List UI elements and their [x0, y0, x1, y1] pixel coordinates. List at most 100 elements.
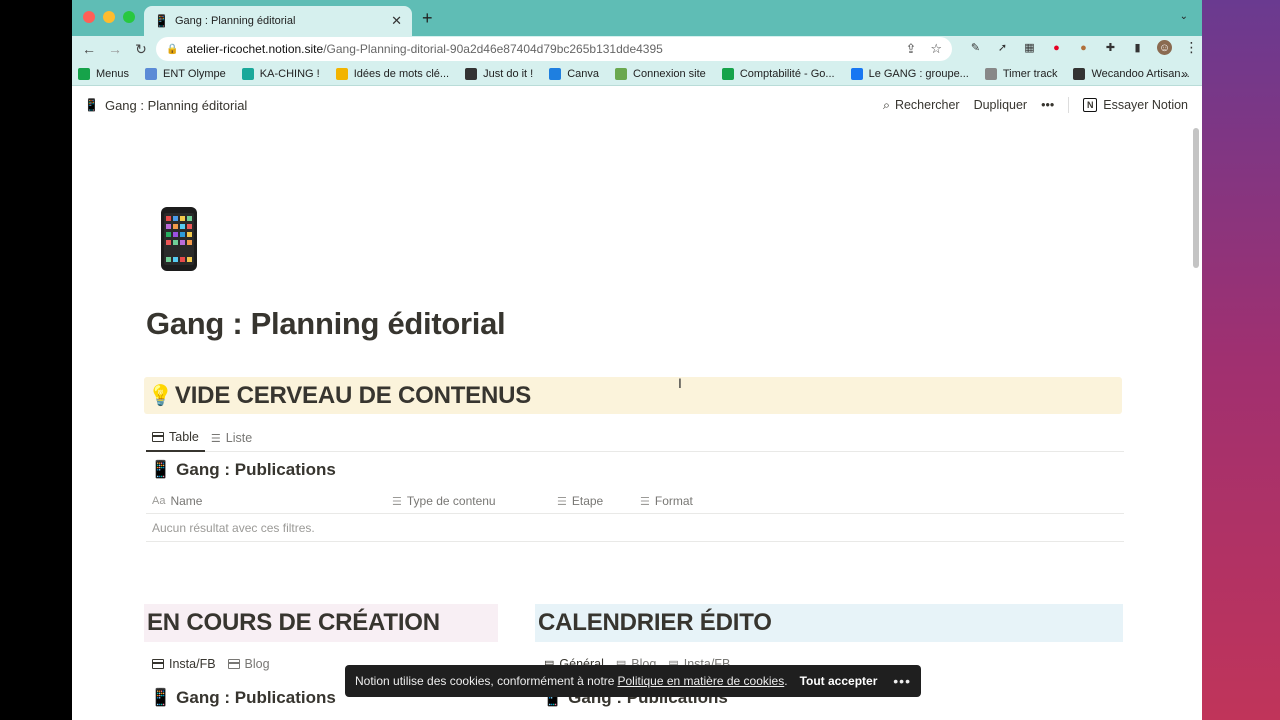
database-views: Table ☰ Liste	[146, 424, 1124, 452]
column-format[interactable]: ☰ Format	[640, 494, 693, 508]
lock-icon: 🔒	[166, 43, 179, 55]
cookie-text-end: .	[784, 674, 788, 688]
mobile-phone-icon	[161, 207, 197, 271]
tab-label: Blog	[244, 657, 270, 671]
scrollbar[interactable]	[1193, 128, 1199, 268]
callout-calendar[interactable]: CALENDRIER ÉDITO	[535, 604, 1123, 642]
breadcrumb[interactable]: Gang : Planning éditorial	[105, 98, 247, 113]
bookmark-label: Comptabilité - Go...	[739, 67, 835, 80]
bookmark-label: KA-CHING !	[259, 67, 320, 80]
back-button[interactable]: ←	[76, 41, 102, 57]
bookmark-item[interactable]: Timer track	[984, 67, 1057, 80]
bookmark-label: Menus	[96, 67, 130, 80]
table-icon	[152, 659, 164, 669]
shield-icon	[145, 67, 158, 80]
address-bar[interactable]: 🔒 atelier-ricochet.notion.site/Gang-Plan…	[156, 37, 952, 61]
browser-tab[interactable]: 📱 Gang : Planning éditorial ✕	[144, 6, 412, 36]
column-label: Format	[654, 494, 693, 508]
mobile-phone-icon: 📱	[150, 688, 172, 707]
bookmark-label: Wecandoo Artisan...	[1091, 67, 1190, 80]
duplicate-button[interactable]: Dupliquer	[974, 98, 1028, 112]
database-title[interactable]: 📱 Gang : Publications	[150, 460, 336, 480]
tab-table[interactable]: Table	[146, 424, 205, 452]
zoom-window-button[interactable]	[123, 11, 135, 23]
table-header: Aa Name ☰ Type de contenu ☰ Etape ☰ Format	[146, 488, 1124, 514]
search-button[interactable]: ⌕ Rechercher	[883, 98, 960, 113]
database-title[interactable]: 📱 Gang : Publications	[150, 688, 336, 708]
bookmarks-bar: Menus ENT Olympe KA-CHING ! Idées de mots c…	[72, 62, 1202, 86]
canva-icon	[549, 67, 562, 80]
column-type[interactable]: ☰ Type de contenu	[392, 494, 496, 508]
tab-blog[interactable]: Blog	[222, 652, 276, 676]
minimize-window-button[interactable]	[103, 11, 115, 23]
try-notion-button[interactable]: N Essayer Notion	[1083, 98, 1188, 112]
send-extension-icon[interactable]: ➚	[995, 40, 1010, 55]
bookmark-item[interactable]: Comptabilité - Go...	[721, 67, 835, 80]
new-tab-button[interactable]: +	[422, 8, 433, 29]
database-views: Insta/FB Blog	[146, 652, 276, 676]
share-icon[interactable]: ⇪	[905, 41, 916, 57]
image-extension-icon[interactable]: ▦	[1022, 40, 1037, 55]
multi-select-icon: ☰	[392, 495, 402, 508]
mobile-phone-icon: 📱	[84, 98, 99, 112]
tab-label: Insta/FB	[169, 657, 216, 671]
forward-button[interactable]: →	[102, 41, 128, 57]
bookmark-item[interactable]: ENT Olympe	[145, 67, 226, 80]
pinterest-icon[interactable]: ●	[1049, 40, 1064, 55]
cookie-more-button[interactable]: •••	[893, 673, 911, 689]
bookmark-label: Just do it !	[483, 67, 534, 80]
table-icon	[152, 432, 164, 442]
bookmark-item[interactable]: KA-CHING !	[241, 67, 320, 80]
more-options-button[interactable]: •••	[1041, 98, 1054, 112]
pen-extension-icon[interactable]: ✎	[968, 40, 983, 55]
search-icon: ⌕	[882, 97, 890, 112]
avatar[interactable]: ☺	[1157, 40, 1172, 55]
accept-cookies-button[interactable]: Tout accepter	[800, 674, 878, 688]
cookie-extension-icon[interactable]: ●	[1076, 40, 1091, 55]
timer-icon	[984, 67, 997, 80]
bookmark-item[interactable]: Wecandoo Artisan...	[1073, 67, 1190, 80]
bookmark-item[interactable]: Le GANG : groupe...	[850, 67, 969, 80]
callout-in-progress[interactable]: EN COURS DE CRÉATION	[144, 604, 498, 642]
section-heading: EN COURS DE CRÉATION	[147, 609, 440, 636]
window-controls	[83, 11, 135, 23]
teal-square-icon	[241, 67, 254, 80]
sidebar-icon[interactable]: ▮	[1130, 40, 1145, 55]
callout-brain-dump[interactable]: 💡 VIDE CERVEAU DE CONTENUS	[144, 377, 1122, 414]
tab-insta-fb[interactable]: Insta/FB	[146, 652, 222, 676]
bookmark-label: Connexion site	[633, 67, 706, 80]
bookmark-label: Idées de mots clé...	[353, 67, 450, 80]
page-title[interactable]: Gang : Planning éditorial	[146, 306, 506, 342]
bookmarks-more-button[interactable]: »	[1181, 67, 1188, 81]
column-stage[interactable]: ☰ Etape	[557, 494, 603, 508]
puzzle-icon[interactable]: ✚	[1103, 40, 1118, 55]
bookmark-item[interactable]: Menus	[78, 67, 130, 80]
section-heading: VIDE CERVEAU DE CONTENUS	[174, 381, 532, 409]
cookie-policy-link[interactable]: Politique en matière de cookies	[617, 674, 784, 688]
database-title-label: Gang : Publications	[176, 460, 336, 479]
star-icon[interactable]: ☆	[930, 41, 942, 57]
desktop-left	[0, 0, 72, 720]
close-window-button[interactable]	[83, 11, 95, 23]
tab-label: Liste	[225, 431, 253, 445]
url-host: atelier-ricochet.notion.site	[186, 42, 324, 56]
bookmark-item[interactable]: Idées de mots clé...	[335, 67, 450, 80]
kebab-menu-icon[interactable]: ⋮	[1184, 39, 1199, 55]
bookmark-item[interactable]: Connexion site	[615, 67, 706, 80]
reload-button[interactable]: ↻	[128, 41, 154, 58]
notion-logo-icon: N	[1083, 98, 1098, 112]
chevron-down-icon[interactable]: ⌄	[1180, 11, 1188, 22]
bookmark-label: Le GANG : groupe...	[868, 67, 969, 80]
close-tab-icon[interactable]: ✕	[391, 13, 402, 29]
column-label: Type de contenu	[406, 494, 496, 508]
column-name[interactable]: Aa Name	[152, 494, 202, 508]
empty-state: Aucun résultat avec ces filtres.	[146, 514, 1124, 542]
tab-list[interactable]: ☰ Liste	[205, 424, 258, 452]
cookie-banner: Notion utilise des cookies, conformément…	[345, 665, 921, 697]
bookmark-label: Canva	[567, 67, 600, 80]
bookmark-item[interactable]: Canva	[549, 67, 600, 80]
tab-strip: 📱 Gang : Planning éditorial ✕ + ⌄	[72, 0, 1202, 36]
bookmark-item[interactable]: Just do it !	[465, 67, 534, 80]
try-notion-label: Essayer Notion	[1103, 98, 1188, 112]
divider	[1068, 97, 1070, 113]
